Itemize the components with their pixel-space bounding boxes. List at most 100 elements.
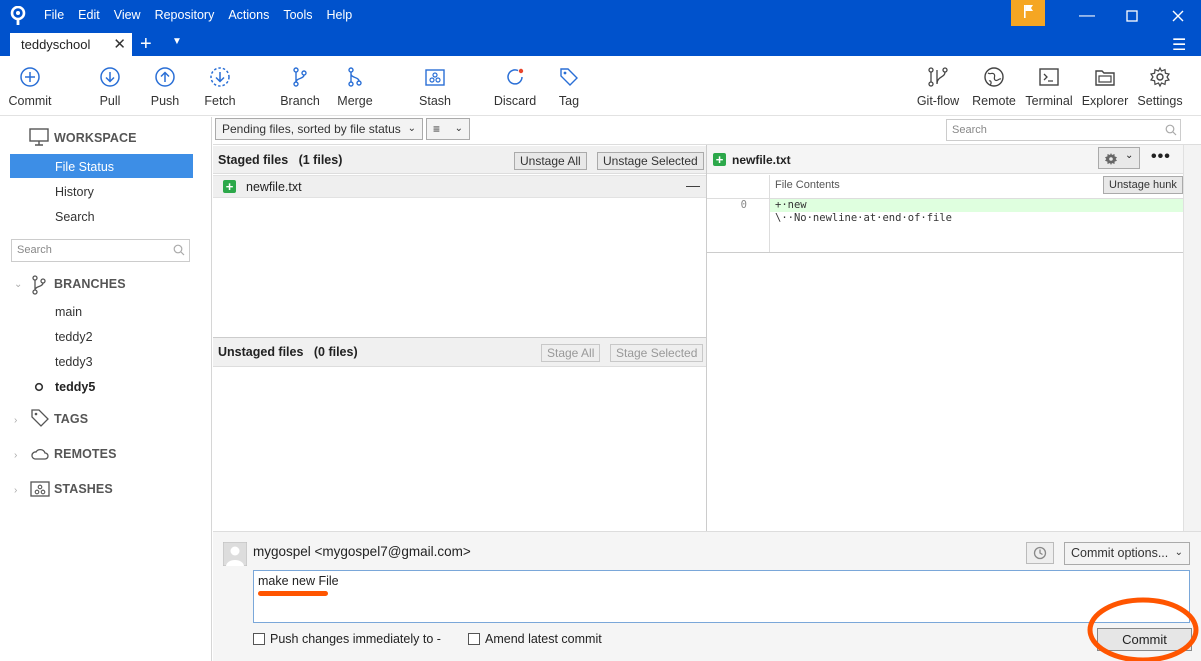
- sidebar-item-file-status[interactable]: File Status: [55, 160, 114, 174]
- tag-button[interactable]: Tag: [539, 56, 599, 116]
- hunk-header: File Contents Unstage hunk: [707, 175, 1183, 199]
- cloud-icon: [31, 448, 49, 460]
- menu-edit[interactable]: Edit: [78, 8, 100, 22]
- gear-icon: [1105, 153, 1117, 165]
- stage-selected-button[interactable]: Stage Selected: [610, 344, 704, 362]
- hamburger-menu-icon[interactable]: ☰: [1172, 35, 1186, 55]
- sidebar-item-search[interactable]: Search: [55, 210, 95, 224]
- remotes-chevron-right-icon[interactable]: ›: [14, 450, 17, 461]
- unstage-hunk-button[interactable]: Unstage hunk: [1103, 176, 1183, 194]
- current-branch-indicator-icon: [34, 382, 44, 392]
- chevron-down-icon: ⌄: [454, 123, 463, 134]
- explorer-icon: [1095, 70, 1115, 86]
- file-search-input[interactable]: Search: [946, 119, 1181, 141]
- tab-repository[interactable]: teddyschool ✕: [10, 33, 132, 56]
- branch-item-teddy2[interactable]: teddy2: [55, 330, 93, 344]
- explorer-button[interactable]: Explorer: [1075, 56, 1135, 116]
- stashes-heading[interactable]: STASHES: [54, 482, 113, 496]
- sidebar: WORKSPACE File Status History Search Sea…: [0, 117, 212, 661]
- branches-chevron-down-icon[interactable]: ⌄: [14, 279, 22, 290]
- unstage-selected-button[interactable]: Unstage Selected: [597, 152, 704, 170]
- tab-list-chevron-icon[interactable]: ▼: [172, 36, 182, 47]
- terminal-label: Terminal: [1025, 94, 1073, 108]
- menu-file[interactable]: File: [44, 8, 64, 22]
- close-window-button[interactable]: [1168, 6, 1188, 26]
- explorer-label: Explorer: [1081, 94, 1129, 108]
- push-changes-checkbox[interactable]: [253, 633, 265, 645]
- more-options-icon[interactable]: •••: [1151, 148, 1171, 166]
- sidebar-item-history[interactable]: History: [55, 185, 94, 199]
- commit-button[interactable]: Commit: [0, 56, 60, 116]
- settings-icon: [1150, 66, 1170, 88]
- push-button[interactable]: Push: [135, 56, 195, 116]
- close-icon: [1172, 10, 1184, 22]
- discard-button[interactable]: Discard: [485, 56, 545, 116]
- menu-view[interactable]: View: [114, 8, 141, 22]
- stash-button[interactable]: Stash: [405, 56, 465, 116]
- maximize-icon: [1126, 10, 1138, 22]
- pull-button[interactable]: Pull: [80, 56, 140, 116]
- menu-tools[interactable]: Tools: [283, 8, 312, 22]
- remote-button[interactable]: Remote: [964, 56, 1024, 116]
- file-search-placeholder: Search: [952, 124, 987, 136]
- merge-button[interactable]: Merge: [325, 56, 385, 116]
- tab-close-icon[interactable]: ✕: [113, 35, 126, 53]
- menu-repository[interactable]: Repository: [155, 8, 215, 22]
- push-changes-label: Push changes immediately to -: [270, 632, 441, 646]
- stash-label: Stash: [419, 94, 451, 108]
- minimize-button[interactable]: —: [1077, 6, 1097, 26]
- staged-file-row[interactable]: + newfile.txt —: [213, 175, 706, 198]
- sidebar-search-input[interactable]: Search: [11, 239, 190, 262]
- menu-help[interactable]: Help: [327, 8, 353, 22]
- remotes-heading[interactable]: REMOTES: [54, 447, 117, 461]
- unstage-all-button[interactable]: Unstage All: [514, 152, 587, 170]
- discard-icon: [507, 68, 524, 85]
- tags-heading[interactable]: TAGS: [54, 412, 88, 426]
- branch-item-main[interactable]: main: [55, 305, 82, 319]
- notification-flag-button[interactable]: [1011, 0, 1045, 26]
- sidebar-search-placeholder: Search: [17, 244, 52, 256]
- terminal-button[interactable]: Terminal: [1019, 56, 1079, 116]
- unstage-file-icon[interactable]: —: [686, 177, 700, 193]
- diff-header: + newfile.txt ⌄ •••: [707, 145, 1183, 174]
- amend-commit-checkbox[interactable]: [468, 633, 480, 645]
- pull-label: Pull: [99, 94, 121, 108]
- settings-button[interactable]: Settings: [1130, 56, 1190, 116]
- git-flow-label: Git-flow: [916, 94, 960, 108]
- commit-label: Commit: [8, 94, 52, 108]
- stage-all-button[interactable]: Stage All: [541, 344, 601, 362]
- menu-actions[interactable]: Actions: [228, 8, 269, 22]
- workspace-heading: WORKSPACE: [54, 131, 137, 145]
- push-label: Push: [150, 94, 180, 108]
- fetch-button[interactable]: Fetch: [190, 56, 250, 116]
- commit-message-input[interactable]: make new File: [253, 570, 1190, 623]
- diff-options-button[interactable]: ⌄: [1098, 147, 1140, 169]
- workspace-icon: [29, 128, 49, 146]
- staged-file-name: newfile.txt: [246, 180, 302, 194]
- fetch-icon: [210, 67, 230, 87]
- fetch-label: Fetch: [204, 94, 236, 108]
- file-contents-label: File Contents: [775, 179, 840, 191]
- git-flow-button[interactable]: Git-flow: [908, 56, 968, 116]
- branches-heading[interactable]: BRANCHES: [54, 277, 126, 291]
- no-newline-line: \··No·newline·at·end·of·file: [775, 212, 953, 224]
- commit-options-label: Commit options...: [1071, 546, 1169, 560]
- tags-chevron-right-icon[interactable]: ›: [14, 415, 17, 426]
- chevron-down-icon: ⌄: [1125, 150, 1134, 161]
- new-tab-button[interactable]: +: [140, 33, 152, 55]
- stashes-chevron-right-icon[interactable]: ›: [14, 485, 17, 496]
- unstaged-files-title: Unstaged files (0 files): [218, 345, 358, 359]
- line-number: 0: [740, 199, 747, 211]
- commit-area: mygospel <mygospel7@gmail.com> Commit op…: [213, 531, 1201, 661]
- branch-button[interactable]: Branch: [270, 56, 330, 116]
- branch-item-teddy5[interactable]: teddy5: [55, 380, 95, 394]
- filter-bar: Pending files, sorted by file status ⌄ ≡…: [213, 116, 1201, 145]
- commit-history-button[interactable]: [1026, 542, 1054, 564]
- diff-scrollbar[interactable]: [1183, 145, 1201, 531]
- commit-options-dropdown[interactable]: Commit options... ⌄: [1064, 542, 1190, 565]
- sort-mode-dropdown[interactable]: Pending files, sorted by file status ⌄: [215, 118, 423, 140]
- branch-item-teddy3[interactable]: teddy3: [55, 355, 93, 369]
- sort-mode-label: Pending files, sorted by file status: [222, 122, 401, 136]
- maximize-button[interactable]: [1122, 6, 1142, 26]
- view-mode-dropdown[interactable]: ≡ ⌄: [426, 118, 470, 140]
